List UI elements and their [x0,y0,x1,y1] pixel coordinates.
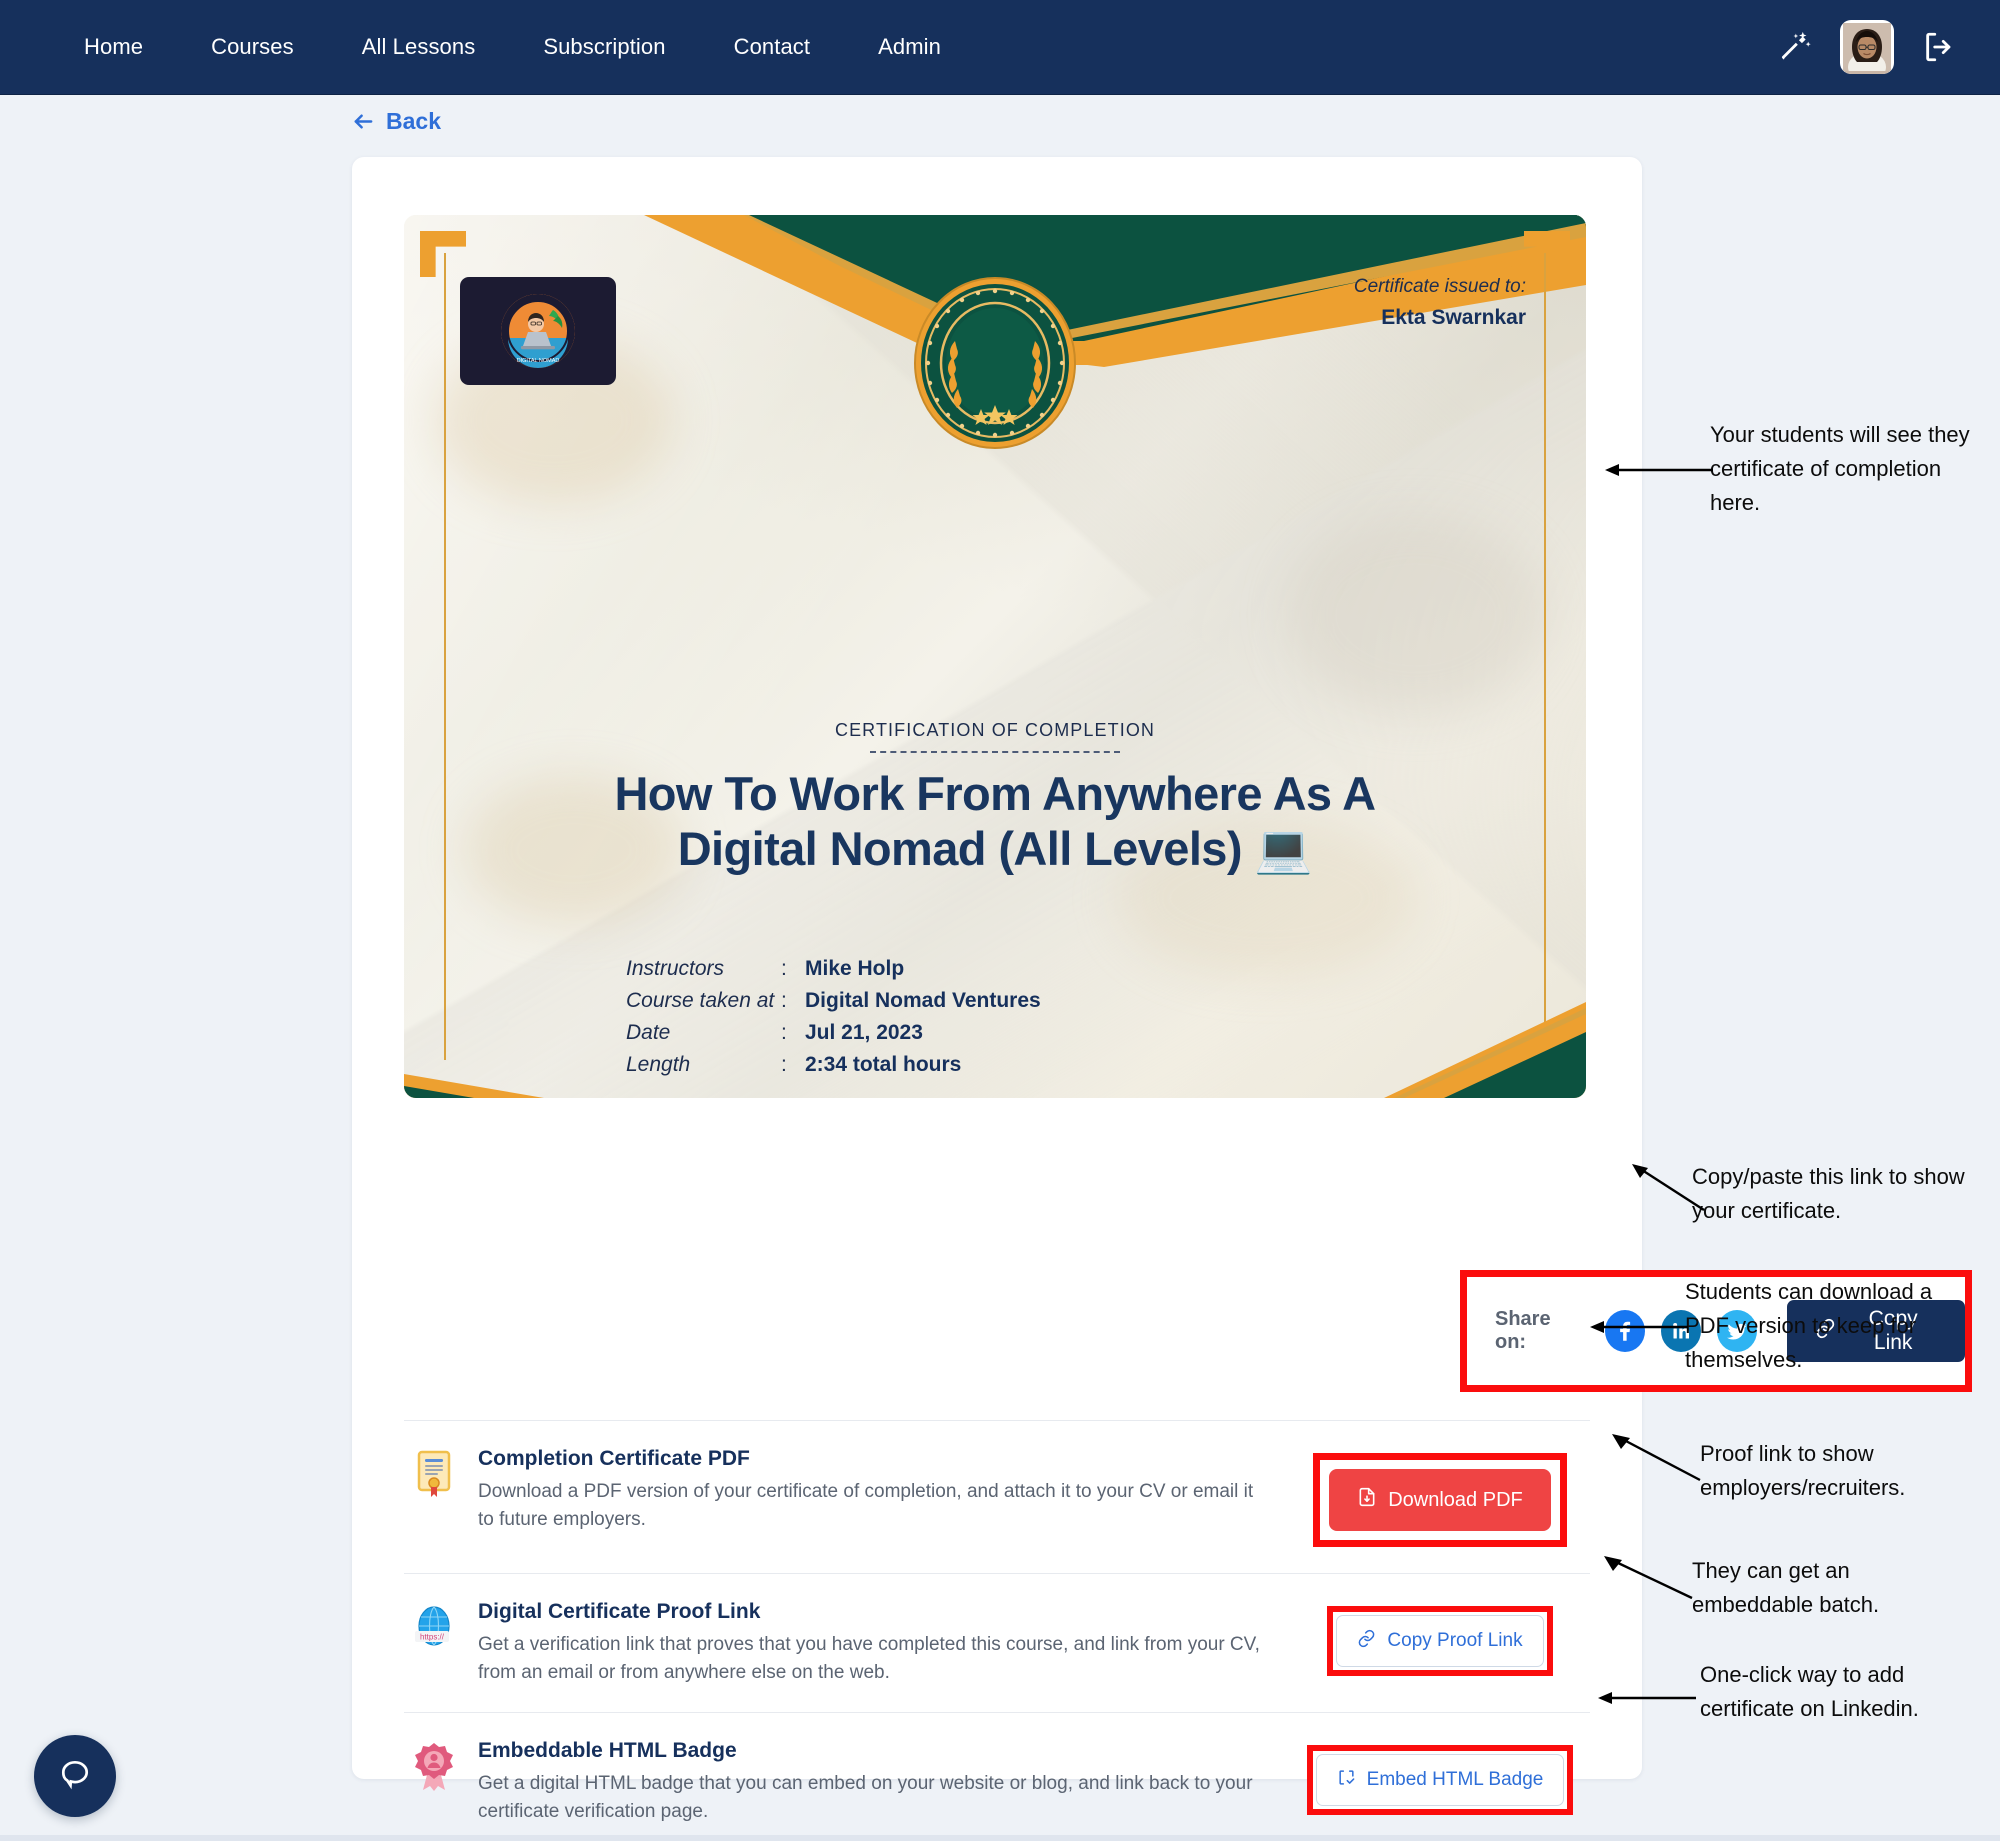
annotation-certificate: Your students will see they certificate … [1710,418,1980,520]
copy-proof-link-label: Copy Proof Link [1387,1630,1522,1652]
nav-item-all-lessons[interactable]: All Lessons [328,24,510,70]
issued-to-block: Certificate issued to: Ekta Swarnkar [1354,273,1526,333]
certificate-kicker: CERTIFICATION OF COMPLETION [404,720,1586,741]
issued-to-name: Ekta Swarnkar [1354,303,1526,333]
nav-item-home[interactable]: Home [50,24,177,70]
embed-html-badge-highlight: Embed HTML Badge [1307,1745,1574,1815]
feature-action: Copy Proof Link [1290,1600,1590,1676]
badge-rosette-icon [404,1739,464,1793]
back-label: Back [386,108,441,135]
annotation-linkedin: One-click way to add certificate on Link… [1700,1658,1990,1726]
annotation-copy-link: Copy/paste this link to show your certif… [1692,1160,1972,1228]
paper-stain [1286,515,1546,715]
copy-proof-link-highlight: Copy Proof Link [1327,1606,1552,1676]
certificate-title: How To Work From Anywhere As A Digital N… [545,767,1445,876]
feature-row-html-badge: Embeddable HTML Badge Get a digital HTML… [404,1712,1590,1841]
feature-text: Embeddable HTML Badge Get a digital HTML… [464,1739,1290,1825]
certificate-card: DIGITAL NOMAD Certificate issued to: Ekt… [352,157,1642,1779]
annotation-proof-link: Proof link to show employers/recruiters. [1700,1437,1980,1505]
certificate-pdf-icon [404,1447,464,1499]
file-download-icon [1357,1487,1377,1513]
svg-text:DIGITAL NOMAD: DIGITAL NOMAD [517,358,560,364]
logout-icon[interactable] [1922,30,1956,64]
annotation-arrow-embed-badge [1600,1552,1695,1607]
annotation-download-pdf: Students can download a PDF version to k… [1685,1275,1975,1377]
page-bottom-edge [0,1835,2000,1841]
nav-item-courses[interactable]: Courses [177,24,328,70]
course-logo-mark: DIGITAL NOMAD [501,294,575,368]
code-embed-icon [1337,1768,1356,1793]
annotation-arrow-download-pdf [1590,1317,1690,1337]
feature-title: Embeddable HTML Badge [478,1739,1272,1763]
annotation-arrow-copy-link [1628,1160,1708,1220]
feature-description: Download a PDF version of your certifica… [478,1478,1272,1533]
feature-description: Get a verification link that proves that… [478,1631,1272,1686]
top-navbar: Home Courses All Lessons Subscription Co… [0,0,2000,95]
feature-action: Embed HTML Badge [1290,1739,1590,1815]
feature-text: Completion Certificate PDF Download a PD… [464,1447,1290,1533]
svg-text:https://: https:// [420,1633,445,1642]
arrow-left-icon [352,110,375,133]
nav-item-subscription[interactable]: Subscription [509,24,699,70]
certificate-border-right [1544,253,1546,1060]
nav-item-admin[interactable]: Admin [844,24,975,70]
feature-title: Completion Certificate PDF [478,1447,1272,1471]
avatar-image [1843,58,1891,74]
feature-row-proof-link: https:// Digital Certificate Proof Link … [404,1573,1590,1712]
feature-title: Digital Certificate Proof Link [478,1600,1272,1624]
page-root: Home Courses All Lessons Subscription Co… [0,0,2000,1841]
issued-to-label: Certificate issued to: [1354,273,1526,301]
back-link[interactable]: Back [352,108,441,135]
share-on-label: Share on: [1495,1308,1583,1354]
avatar[interactable] [1840,20,1894,74]
certificate-preview: DIGITAL NOMAD Certificate issued to: Ekt… [404,215,1586,1098]
embed-html-badge-button[interactable]: Embed HTML Badge [1316,1754,1565,1806]
embed-html-badge-label: Embed HTML Badge [1367,1769,1544,1791]
feature-description: Get a digital HTML badge that you can em… [478,1770,1272,1825]
course-logo: DIGITAL NOMAD [460,277,616,385]
annotation-arrow-proof-link [1608,1430,1703,1490]
certificate-divider [870,751,1120,753]
feature-action: Download PDF [1290,1447,1590,1547]
help-widget-button[interactable] [34,1735,116,1817]
nav-right-actions [1778,20,1956,74]
feature-list: Completion Certificate PDF Download a PD… [404,1420,1590,1841]
certificate-border-left [444,253,446,1060]
download-pdf-highlight: Download PDF [1313,1453,1567,1547]
feature-text: Digital Certificate Proof Link Get a ver… [464,1600,1290,1686]
certificate-bottom-band [404,978,1586,1098]
chat-bubble-icon [57,1756,93,1797]
download-pdf-button[interactable]: Download PDF [1329,1469,1551,1531]
nav-item-contact[interactable]: Contact [700,24,845,70]
feature-row-pdf: Completion Certificate PDF Download a PD… [404,1420,1590,1573]
copy-proof-link-button[interactable]: Copy Proof Link [1336,1615,1543,1667]
annotation-arrow-certificate [1605,460,1715,480]
annotation-arrow-linkedin [1598,1688,1698,1708]
globe-https-icon: https:// [404,1600,464,1652]
magic-wand-icon[interactable] [1778,30,1812,64]
certificate-seal [911,271,1079,454]
annotation-embed-badge: They can get an embeddable batch. [1692,1554,1972,1622]
link-icon [1357,1629,1376,1654]
nav-links: Home Courses All Lessons Subscription Co… [50,24,975,70]
download-pdf-label: Download PDF [1388,1489,1523,1512]
